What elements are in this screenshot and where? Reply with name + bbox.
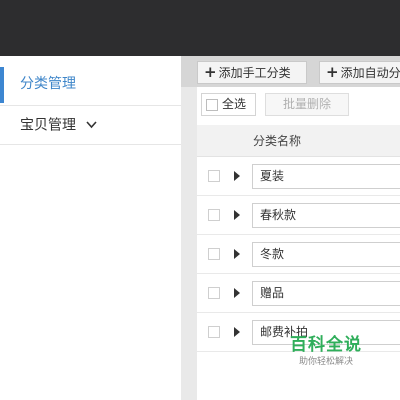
expand-arrow-icon[interactable] (234, 249, 240, 259)
table-row: 冬款 (197, 235, 400, 274)
sidebar: 分类管理 宝贝管理 (0, 56, 181, 400)
table-row: 春秋款 (197, 196, 400, 235)
select-all-button[interactable]: 全选 (201, 93, 256, 116)
select-all-checkbox[interactable] (206, 99, 218, 111)
expand-arrow-icon[interactable] (234, 171, 240, 181)
add-auto-category-label: 添加自动分类 (340, 66, 400, 80)
batch-delete-label: 批量删除 (282, 97, 331, 111)
table-row: 赠品 (197, 274, 400, 313)
add-auto-category-button[interactable]: +添加自动分类 (319, 61, 400, 84)
sidebar-item-label: 宝贝管理 (20, 117, 76, 134)
sidebar-item-item-management[interactable]: 宝贝管理 (0, 106, 181, 145)
select-all-label: 全选 (222, 97, 247, 111)
expand-arrow-icon[interactable] (234, 327, 240, 337)
expand-arrow-icon[interactable] (234, 288, 240, 298)
watermark: 百科全说 助你轻松解决 (285, 334, 367, 369)
batch-delete-button[interactable]: 批量删除 (265, 93, 349, 116)
category-name-input[interactable]: 冬款 (252, 242, 400, 267)
watermark-subtitle: 助你轻松解决 (298, 357, 353, 367)
chevron-down-icon (86, 106, 98, 145)
add-manual-category-button[interactable]: + 添加手工分类 (197, 61, 307, 84)
category-name-input[interactable]: 夏装 (252, 164, 400, 189)
row-checkbox[interactable] (208, 170, 220, 182)
row-checkbox[interactable] (208, 287, 220, 299)
category-name-input[interactable]: 春秋款 (252, 203, 400, 228)
watermark-title: 百科全说 (290, 335, 362, 355)
sidebar-item-label: 分类管理 (20, 76, 76, 92)
row-checkbox[interactable] (208, 326, 220, 338)
sidebar-item-category-management[interactable]: 分类管理 (0, 56, 181, 106)
plus-icon: + (204, 63, 217, 81)
row-checkbox[interactable] (208, 248, 220, 260)
row-checkbox[interactable] (208, 209, 220, 221)
table-toolbar: 全选 批量删除 (197, 87, 400, 125)
top-header-bar (0, 0, 400, 56)
table-header: 分类名称 (197, 125, 400, 157)
table-row: 夏装 (197, 157, 400, 196)
expand-arrow-icon[interactable] (234, 210, 240, 220)
plus-icon: + (326, 63, 339, 81)
action-tabs-bar: +添加手工分类 +添加自动分类 (181, 56, 400, 87)
category-name-input[interactable]: 赠品 (252, 281, 400, 306)
column-header-category-name: 分类名称 (253, 134, 302, 148)
add-manual-category-label: 添加手工分类 (218, 66, 291, 80)
